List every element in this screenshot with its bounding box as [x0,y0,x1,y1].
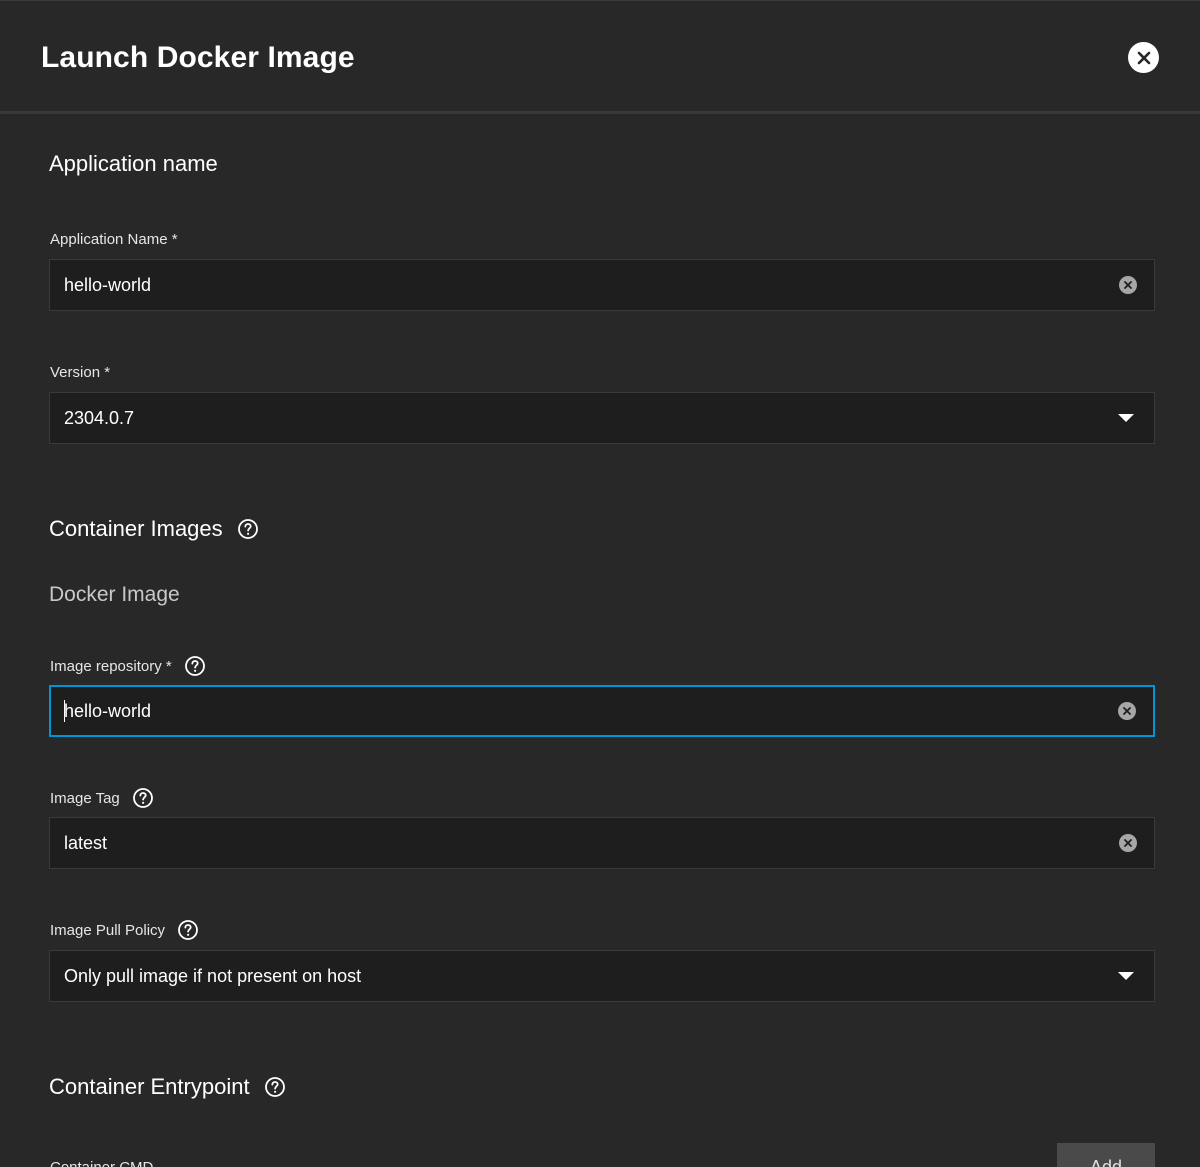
help-icon[interactable] [184,655,206,677]
clear-icon [1124,281,1132,289]
dialog-header: Launch Docker Image [0,1,1200,114]
section-title-container-entrypoint: Container Entrypoint [49,1074,286,1100]
image-repository-clear-button[interactable] [1118,702,1136,720]
close-icon [1137,51,1150,64]
version-label: Version * [50,364,111,381]
application-name-input[interactable]: hello-world [49,259,1155,311]
clear-icon [1123,707,1131,715]
dropdown-arrow-icon [1118,972,1134,980]
help-icon[interactable] [237,518,259,540]
dropdown-arrow-icon [1118,414,1134,422]
help-icon[interactable] [132,787,154,809]
launch-docker-image-dialog: Launch Docker Image Application name App… [0,0,1200,1167]
version-value: 2304.0.7 [64,407,135,428]
application-name-value: hello-world [64,274,152,295]
section-title-application-name: Application name [49,151,218,176]
image-pull-policy-select[interactable]: Only pull image if not present on host [49,950,1155,1002]
close-button[interactable] [1128,42,1159,73]
image-tag-value: latest [64,832,108,853]
application-name-label: Application Name * [50,231,178,248]
image-tag-input[interactable]: latest [49,817,1155,869]
clear-icon [1124,839,1132,847]
container-cmd-label: Container CMD [50,1159,153,1167]
image-pull-policy-value: Only pull image if not present on host [64,965,362,986]
version-select[interactable]: 2304.0.7 [49,392,1155,444]
help-icon[interactable] [177,919,199,941]
image-tag-label: Image Tag [50,787,154,809]
help-icon[interactable] [264,1076,286,1098]
add-button[interactable]: Add [1057,1143,1155,1167]
image-repository-input[interactable]: hello-world [49,685,1155,737]
dialog-title: Launch Docker Image [41,41,355,74]
image-pull-policy-label: Image Pull Policy [50,919,199,941]
subsection-docker-image: Docker Image [49,583,180,606]
image-repository-label: Image repository * [50,655,206,677]
image-repository-value: hello-world [64,700,152,721]
section-title-container-images: Container Images [49,516,259,542]
application-name-clear-button[interactable] [1119,276,1137,294]
image-tag-clear-button[interactable] [1119,834,1137,852]
